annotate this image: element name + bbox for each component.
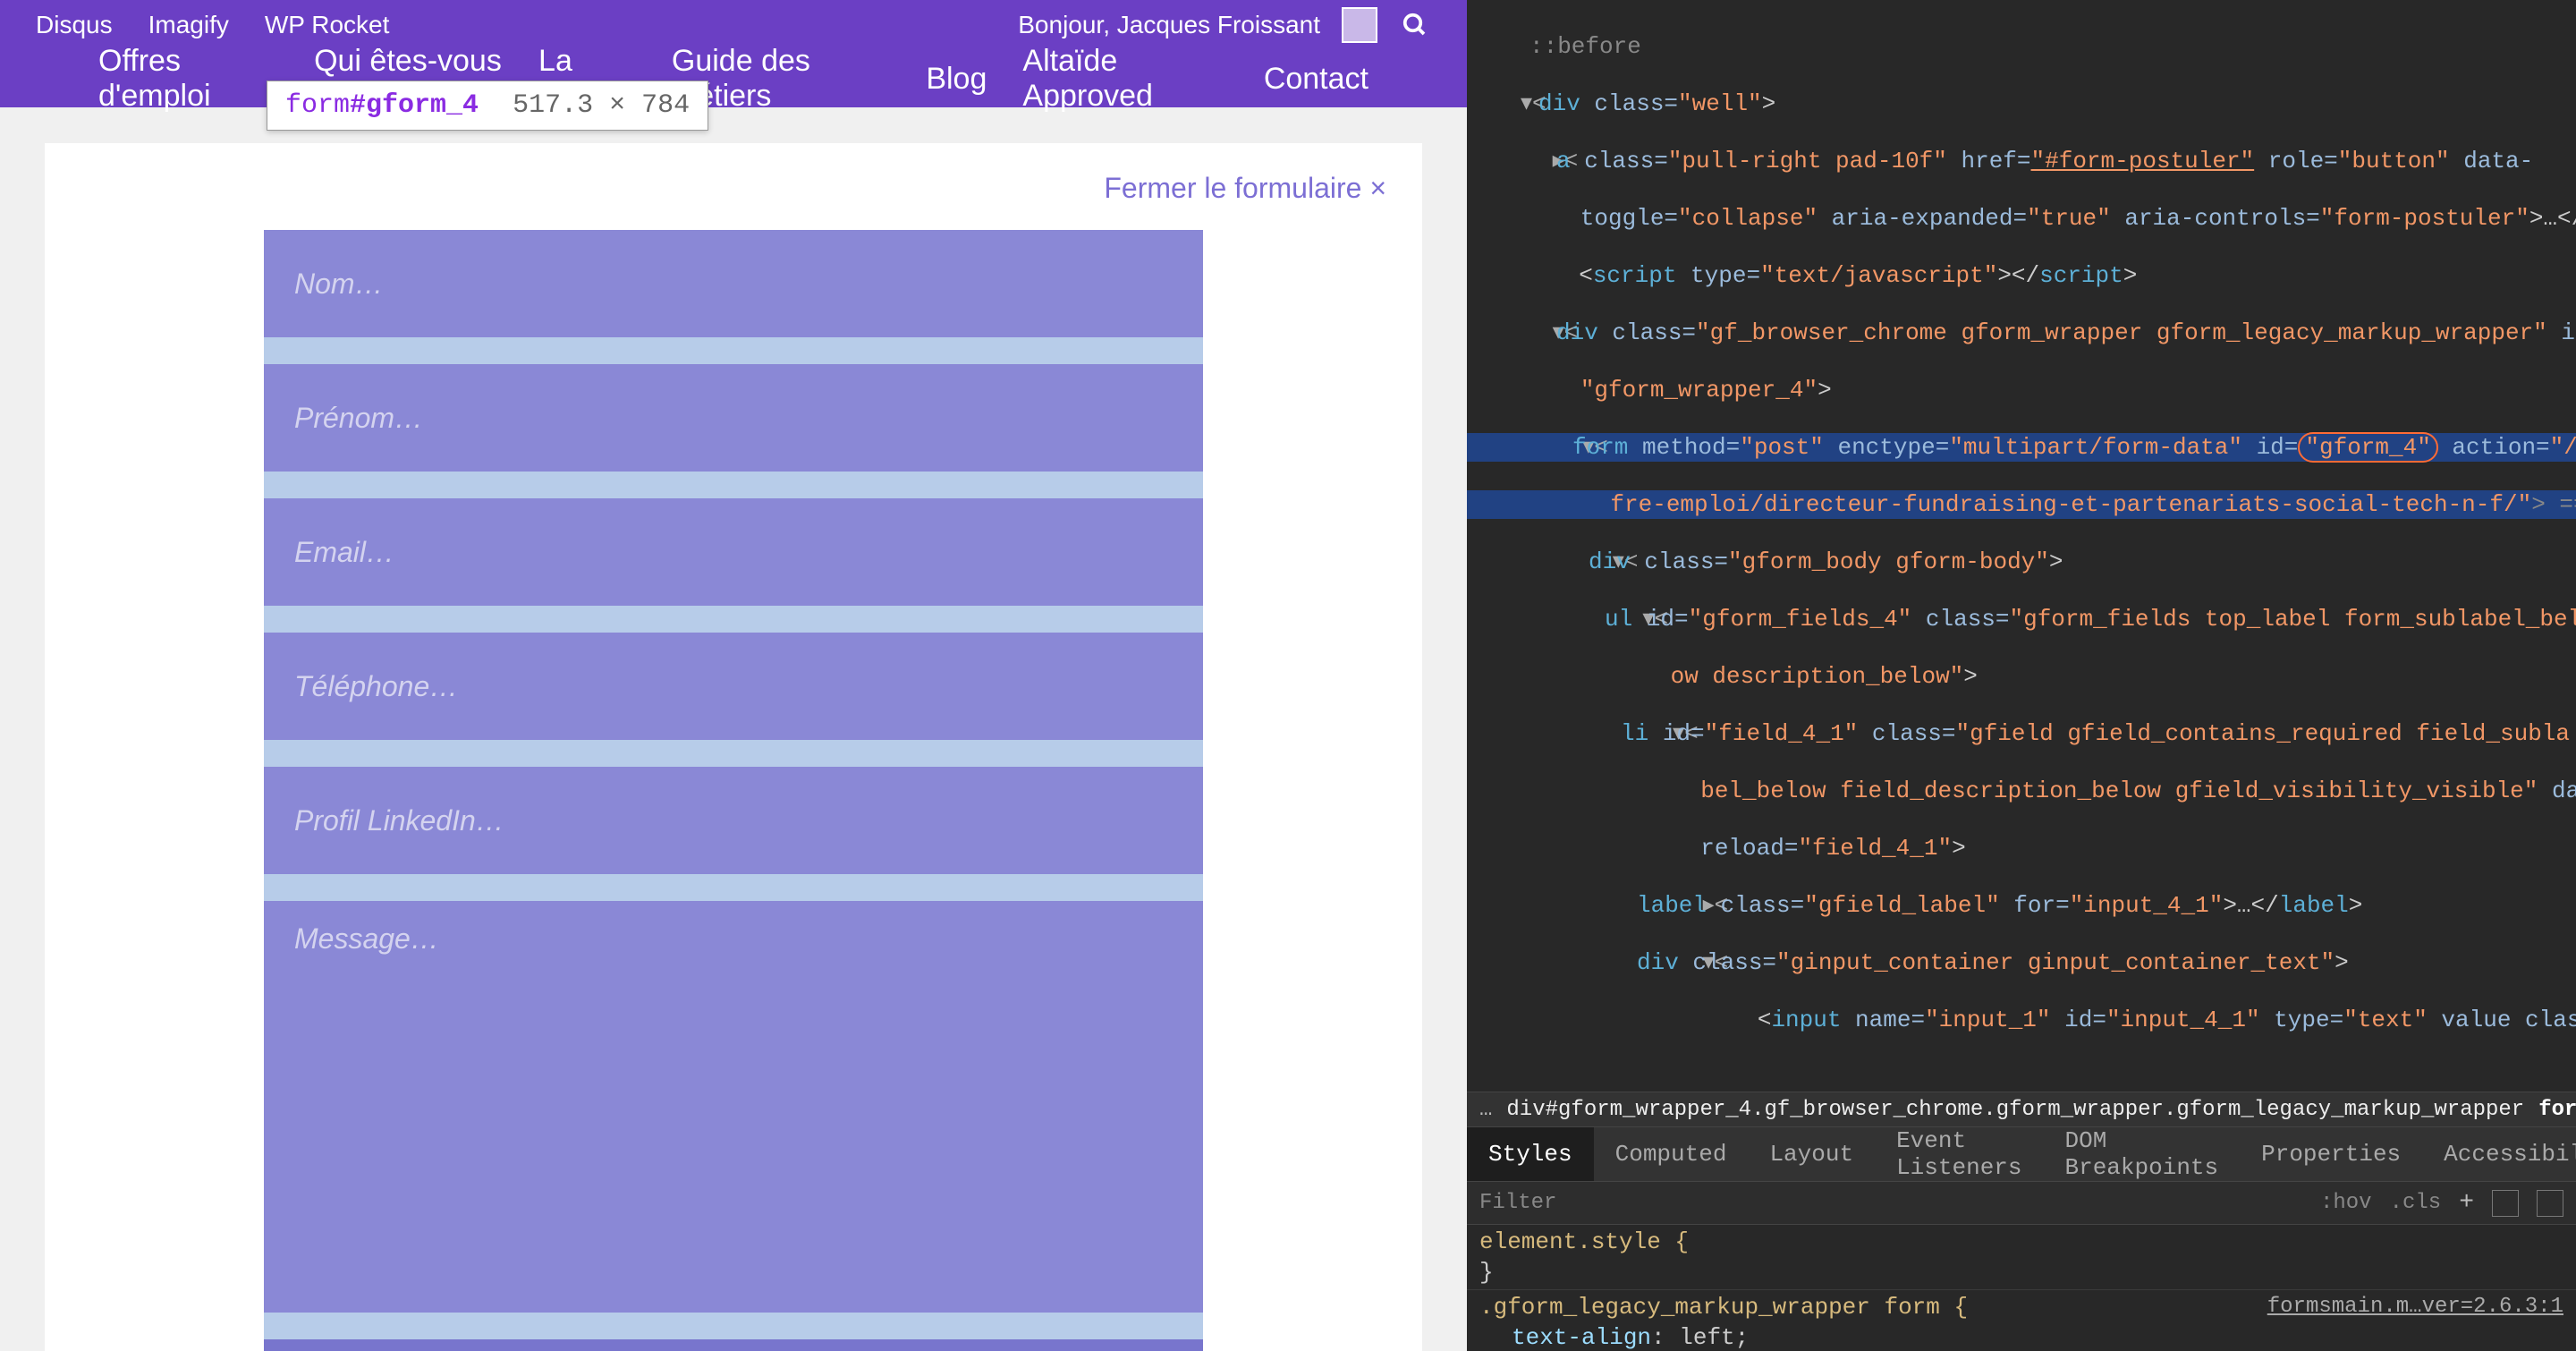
input-linkedin[interactable]: Profil LinkedIn…	[264, 767, 1203, 874]
input-message[interactable]: Message…	[264, 901, 1203, 1313]
website-page: Disqus Imagify WP Rocket Bonjour, Jacque…	[0, 0, 1467, 1351]
adminbar-link-disqus[interactable]: Disqus	[36, 11, 113, 39]
dom-selected-row: … ▾<form method="post" enctype="multipar…	[1467, 433, 2576, 462]
tab-eventlisteners[interactable]: Event Listeners	[1875, 1127, 2043, 1181]
breadcrumb[interactable]: … div#gform_wrapper_4.gf_browser_chrome.…	[1467, 1092, 2576, 1127]
contact-form: Nom… Prénom… Email… Téléphone… Profil Li…	[264, 230, 1203, 1351]
field-gap	[264, 1313, 1203, 1339]
adminbar-link-wprocket[interactable]: WP Rocket	[265, 11, 390, 39]
styles-filterbar: Filter :hov .cls +	[1467, 1182, 2576, 1225]
close-form-link[interactable]: Fermer le formulaire ×	[80, 161, 1386, 230]
input-email[interactable]: Email…	[264, 498, 1203, 606]
tab-properties[interactable]: Properties	[2240, 1127, 2422, 1181]
dom-tree[interactable]: ::before ▾<div class="well"> ▸<a class="…	[1467, 0, 2576, 1092]
field-gap	[264, 740, 1203, 767]
wp-adminbar: Disqus Imagify WP Rocket Bonjour, Jacque…	[0, 0, 1467, 50]
tab-layout[interactable]: Layout	[1748, 1127, 1875, 1181]
nav-offres[interactable]: Offres d'emploi	[98, 44, 278, 114]
devtools-tabs: Styles Computed Layout Event Listeners D…	[1467, 1127, 2576, 1182]
devtools-panel: ::before ▾<div class="well"> ▸<a class="…	[1467, 0, 2576, 1351]
content-card: Fermer le formulaire × Nom… Prénom… Emai…	[45, 143, 1422, 1351]
adminbar-greeting[interactable]: Bonjour, Jacques Froissant	[1018, 11, 1320, 39]
filter-input[interactable]: Filter	[1479, 1191, 2302, 1215]
nav-blog[interactable]: Blog	[926, 62, 987, 97]
adminbar-link-imagify[interactable]: Imagify	[148, 11, 229, 39]
nav-approved[interactable]: Altaïde Approved	[1022, 44, 1227, 114]
styles-pane[interactable]: element.style { } formsmain.m…ver=2.6.3:…	[1467, 1225, 2576, 1351]
inspect-tooltip: form#gform_4 517.3 × 784	[267, 81, 708, 131]
search-icon[interactable]	[1399, 9, 1431, 41]
tab-computed[interactable]: Computed	[1594, 1127, 1749, 1181]
field-gap	[264, 472, 1203, 498]
field-gap	[264, 606, 1203, 633]
source-link[interactable]: formsmain.m…ver=2.6.3:1	[2267, 1292, 2563, 1322]
site-header: Disqus Imagify WP Rocket Bonjour, Jacque…	[0, 0, 1467, 107]
input-nom[interactable]: Nom…	[264, 230, 1203, 337]
devtools-icon[interactable]	[2492, 1190, 2519, 1217]
tab-styles[interactable]: Styles	[1467, 1127, 1594, 1181]
css-rule: formsmain.m…ver=2.6.3:1 .gform_legacy_ma…	[1467, 1290, 2576, 1351]
tab-accessibility[interactable]: Accessibility	[2422, 1127, 2576, 1181]
new-rule-icon[interactable]: +	[2459, 1189, 2474, 1217]
main-nav: Offres d'emploi Qui êtes-vous ? La team …	[0, 50, 1467, 107]
tab-dombreakpoints[interactable]: DOM Breakpoints	[2044, 1127, 2241, 1181]
hov-toggle[interactable]: :hov	[2320, 1191, 2372, 1215]
field-gap	[264, 337, 1203, 364]
input-telephone[interactable]: Téléphone…	[264, 633, 1203, 740]
avatar[interactable]	[1342, 7, 1377, 43]
devtools-icon[interactable]	[2537, 1190, 2563, 1217]
input-prenom[interactable]: Prénom…	[264, 364, 1203, 472]
attach-file-button[interactable]: JOINDRE UN FICHIER	[264, 1339, 1203, 1351]
css-rule: element.style { }	[1467, 1225, 2576, 1290]
nav-contact[interactable]: Contact	[1264, 62, 1368, 97]
cls-toggle[interactable]: .cls	[2390, 1191, 2442, 1215]
field-gap	[264, 874, 1203, 901]
